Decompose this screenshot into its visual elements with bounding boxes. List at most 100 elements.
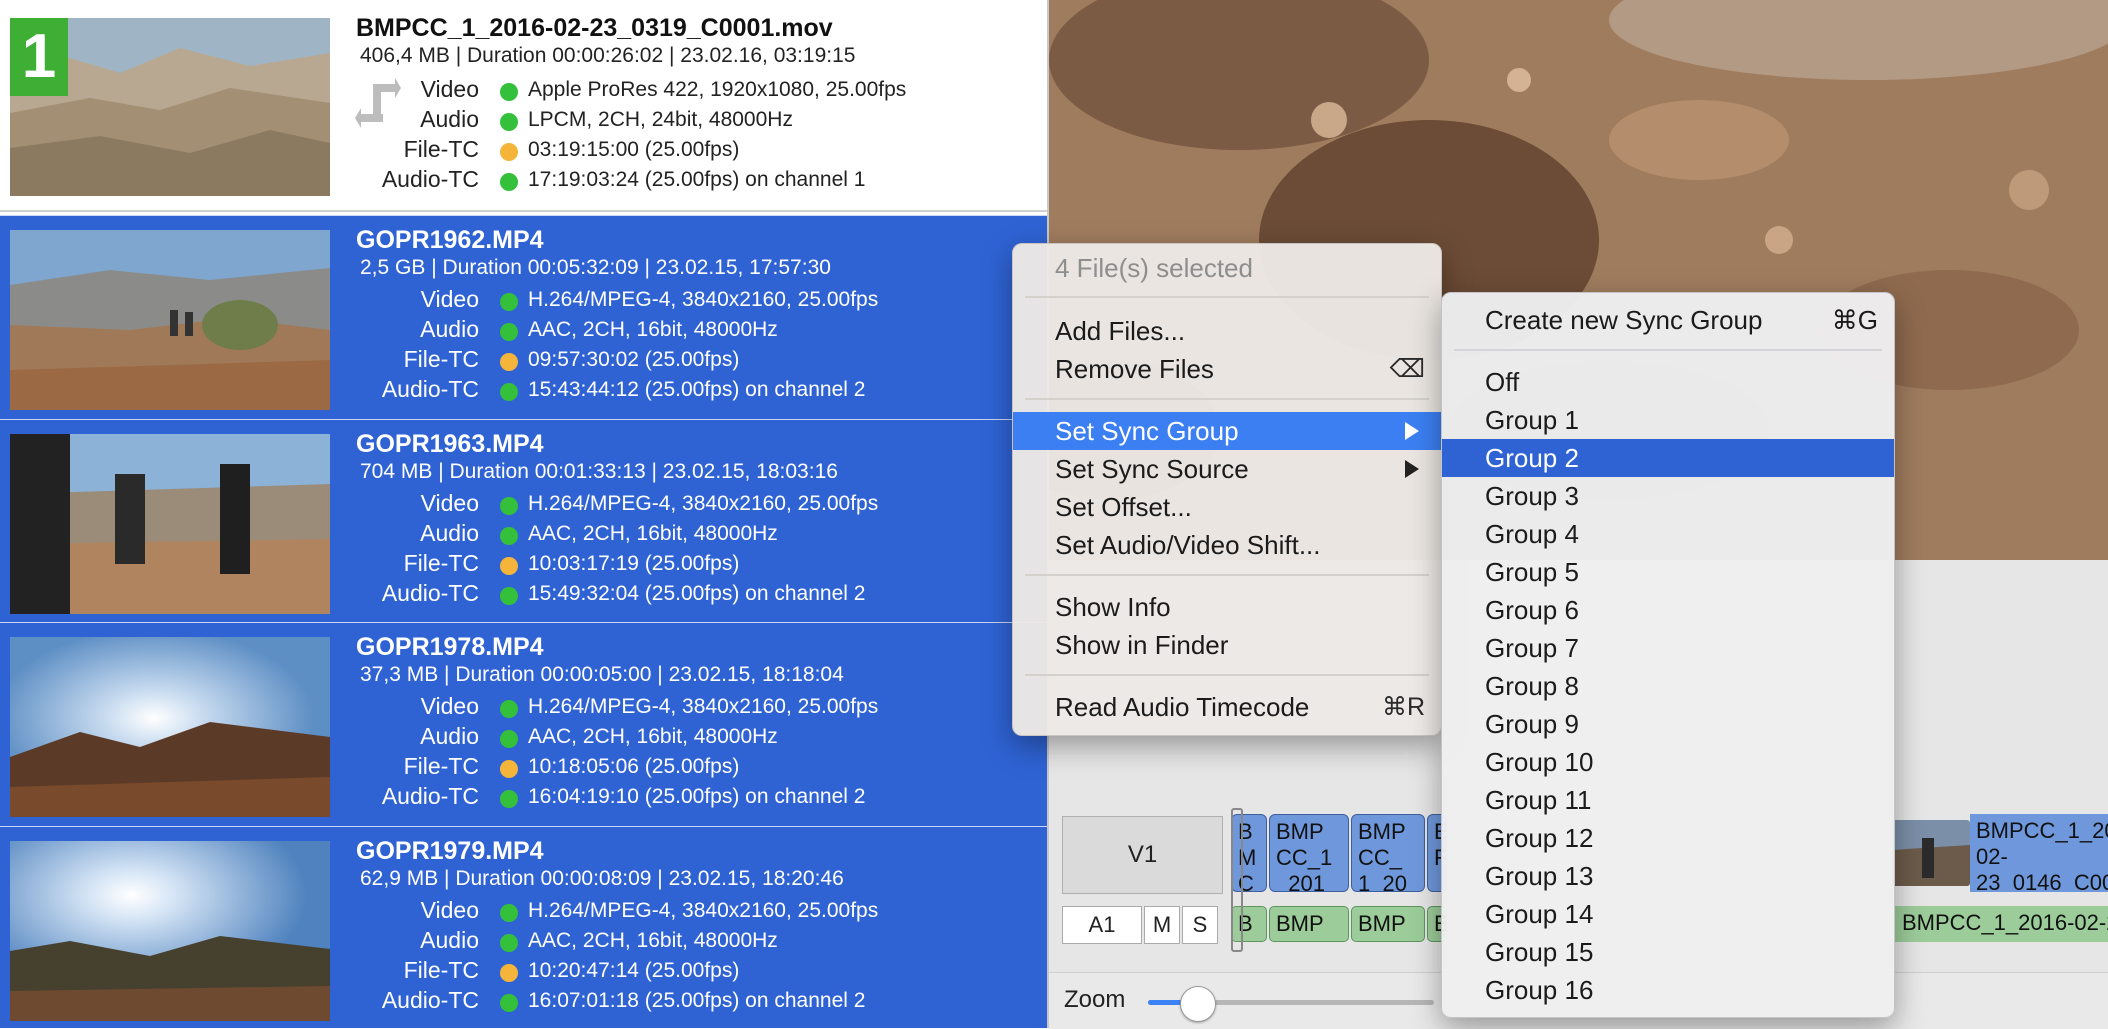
file-tc-info: 09:57:30:02 (25.00fps) bbox=[528, 348, 740, 371]
file-tc-info: 10:20:47:14 (25.00fps) bbox=[528, 959, 740, 982]
status-dot bbox=[500, 557, 518, 575]
audio-tc-label: Audio-TC bbox=[381, 166, 479, 192]
audio-info: AAC, 2CH, 16bit, 48000Hz bbox=[528, 725, 778, 748]
submenu-item-group[interactable]: Group 9 bbox=[1442, 705, 1894, 743]
file-tc-label: File-TC bbox=[403, 346, 479, 372]
menu-separator bbox=[1025, 574, 1429, 576]
video-label: Video bbox=[420, 490, 479, 516]
submenu-item-group[interactable]: Group 6 bbox=[1442, 591, 1894, 629]
audio-tc-info: 17:19:03:24 (25.00fps) on channel 1 bbox=[528, 168, 866, 191]
video-clip[interactable]: BMP CC_ 1_20 bbox=[1351, 814, 1425, 892]
audio-tc-info: 16:07:01:18 (25.00fps) on channel 2 bbox=[528, 989, 866, 1012]
audio-clip[interactable]: BMP bbox=[1269, 906, 1349, 942]
status-dot bbox=[500, 964, 518, 982]
file-name: GOPR1962.MP4 bbox=[356, 226, 544, 254]
menu-item-show-info[interactable]: Show Info bbox=[1013, 588, 1441, 626]
submenu-item-group[interactable]: Group 11 bbox=[1442, 781, 1894, 819]
menu-item-read-audio-timecode[interactable]: Read Audio Timecode ⌘R bbox=[1013, 688, 1441, 726]
file-tc-label: File-TC bbox=[403, 136, 479, 162]
video-clip[interactable]: BMPCC_1_2016-02-23_0146_C00 bbox=[1970, 814, 2108, 892]
audio-label: Audio bbox=[420, 520, 479, 546]
file-thumbnail: 1 bbox=[10, 18, 330, 196]
audio-clip[interactable]: BMP bbox=[1351, 906, 1425, 942]
status-dot bbox=[500, 760, 518, 778]
mute-button[interactable]: M bbox=[1144, 906, 1180, 944]
status-dot bbox=[500, 173, 518, 191]
menu-item-remove-files[interactable]: Remove Files ⌫ bbox=[1013, 350, 1441, 388]
audio-tc-info: 15:43:44:12 (25.00fps) on channel 2 bbox=[528, 378, 866, 401]
context-menu: 4 File(s) selected Add Files... Remove F… bbox=[1012, 243, 1442, 736]
status-dot bbox=[500, 383, 518, 401]
camera-number-badge: 1 bbox=[10, 18, 68, 96]
file-row[interactable]: GOPR1963.MP4 704 MB | Duration 00:01:33:… bbox=[0, 419, 1047, 623]
audio-tc-info: 16:04:19:10 (25.00fps) on channel 2 bbox=[528, 785, 866, 808]
submenu-item-group[interactable]: Group 16 bbox=[1442, 971, 1894, 1009]
zoom-label: Zoom bbox=[1064, 986, 1126, 1013]
v1-track-header[interactable]: V1 bbox=[1062, 816, 1223, 894]
menu-header: 4 File(s) selected bbox=[1055, 253, 1253, 283]
submenu-item-group[interactable]: Group 4 bbox=[1442, 515, 1894, 553]
status-dot bbox=[500, 353, 518, 371]
file-row[interactable]: 1 BMPCC_1_2016-02-23_0319_C0001.mov 406,… bbox=[0, 0, 1047, 212]
audio-info: AAC, 2CH, 16bit, 48000Hz bbox=[528, 522, 778, 545]
a1-track-header[interactable]: A1 bbox=[1062, 906, 1142, 944]
menu-item-set-sync-source[interactable]: Set Sync Source bbox=[1013, 450, 1441, 488]
submenu-item-group[interactable]: Group 10 bbox=[1442, 743, 1894, 781]
audio-tc-info: 15:49:32:04 (25.00fps) on channel 2 bbox=[528, 582, 866, 605]
file-meta: 2,5 GB | Duration 00:05:32:09 | 23.02.15… bbox=[360, 256, 831, 279]
submenu-item-group[interactable]: Group 3 bbox=[1442, 477, 1894, 515]
submenu-item-group[interactable]: Group 5 bbox=[1442, 553, 1894, 591]
playhead[interactable] bbox=[1231, 808, 1243, 952]
submenu-item-group[interactable]: Group 15 bbox=[1442, 933, 1894, 971]
submenu-item-group[interactable]: Group 8 bbox=[1442, 667, 1894, 705]
file-row[interactable]: GOPR1962.MP4 2,5 GB | Duration 00:05:32:… bbox=[0, 215, 1047, 419]
status-dot bbox=[500, 934, 518, 952]
file-meta: 704 MB | Duration 00:01:33:13 | 23.02.15… bbox=[360, 460, 838, 483]
audio-tc-label: Audio-TC bbox=[381, 376, 479, 402]
file-thumbnail bbox=[10, 434, 330, 614]
submenu-item-group[interactable]: Group 13 bbox=[1442, 857, 1894, 895]
status-dot bbox=[500, 143, 518, 161]
file-row[interactable]: GOPR1979.MP4 62,9 MB | Duration 00:00:08… bbox=[0, 826, 1047, 1028]
file-name: GOPR1978.MP4 bbox=[356, 633, 544, 661]
audio-info: LPCM, 2CH, 24bit, 48000Hz bbox=[528, 108, 793, 131]
menu-item-add-files[interactable]: Add Files... bbox=[1013, 312, 1441, 350]
file-tc-label: File-TC bbox=[403, 957, 479, 983]
submenu-item-group[interactable]: Group 14 bbox=[1442, 895, 1894, 933]
audio-tc-label: Audio-TC bbox=[381, 580, 479, 606]
submenu-item-off[interactable]: Off bbox=[1442, 363, 1894, 401]
file-name: GOPR1963.MP4 bbox=[356, 430, 544, 458]
audio-label: Audio bbox=[420, 106, 479, 132]
status-dot bbox=[500, 83, 518, 101]
audio-clip[interactable]: BMPCC_1_2016-02-23 bbox=[1894, 906, 2108, 942]
zoom-slider-knob[interactable] bbox=[1179, 986, 1216, 1022]
menu-item-set-offset[interactable]: Set Offset... bbox=[1013, 488, 1441, 526]
status-dot bbox=[500, 730, 518, 748]
file-meta: 406,4 MB | Duration 00:00:26:02 | 23.02.… bbox=[360, 44, 856, 67]
submenu-item-group[interactable]: Group 2 bbox=[1442, 439, 1894, 477]
video-clip[interactable]: BMP CC_1 _201 bbox=[1269, 814, 1349, 892]
audio-label: Audio bbox=[420, 316, 479, 342]
submenu-item-group[interactable]: Group 12 bbox=[1442, 819, 1894, 857]
video-info: H.264/MPEG-4, 3840x2160, 25.00fps bbox=[528, 695, 879, 718]
file-meta: 37,3 MB | Duration 00:00:05:00 | 23.02.1… bbox=[360, 663, 844, 686]
menu-item-set-av-shift[interactable]: Set Audio/Video Shift... bbox=[1013, 526, 1441, 564]
status-dot bbox=[500, 790, 518, 808]
video-label: Video bbox=[420, 693, 479, 719]
video-info: H.264/MPEG-4, 3840x2160, 25.00fps bbox=[528, 899, 879, 922]
file-row[interactable]: GOPR1978.MP4 37,3 MB | Duration 00:00:05… bbox=[0, 622, 1047, 826]
status-dot bbox=[500, 113, 518, 131]
file-tc-label: File-TC bbox=[403, 753, 479, 779]
audio-info: AAC, 2CH, 16bit, 48000Hz bbox=[528, 929, 778, 952]
submenu-item-group[interactable]: Group 7 bbox=[1442, 629, 1894, 667]
status-dot bbox=[500, 700, 518, 718]
status-dot bbox=[500, 527, 518, 545]
file-thumbnail bbox=[10, 637, 330, 817]
menu-item-show-in-finder[interactable]: Show in Finder bbox=[1013, 626, 1441, 664]
menu-item-set-sync-group[interactable]: Set Sync Group bbox=[1013, 412, 1441, 450]
video-info: Apple ProRes 422, 1920x1080, 25.00fps bbox=[528, 78, 907, 101]
submenu-item-group[interactable]: Group 1 bbox=[1442, 401, 1894, 439]
submenu-item-create-sync-group[interactable]: Create new Sync Group ⌘G bbox=[1442, 301, 1894, 339]
file-tc-info: 10:03:17:19 (25.00fps) bbox=[528, 552, 740, 575]
solo-button[interactable]: S bbox=[1182, 906, 1218, 944]
